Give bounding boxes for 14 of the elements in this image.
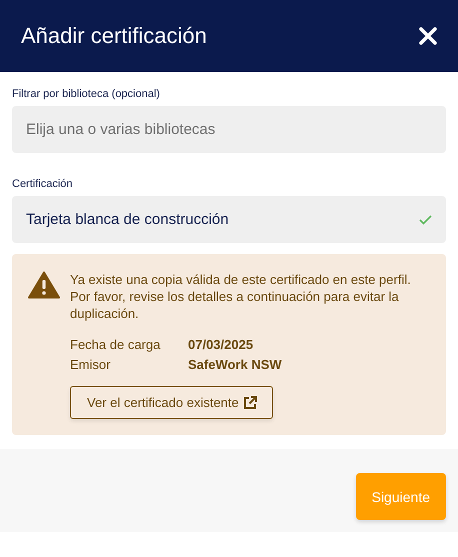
window-title: Añadir certificación <box>21 23 207 49</box>
detail-value: 07/03/2025 <box>188 337 254 352</box>
library-select[interactable]: Elija una o varias bibliotecas <box>12 106 446 153</box>
field-label: Filtrar por biblioteca (opcional) <box>12 88 161 100</box>
close-icon[interactable] <box>419 27 437 45</box>
field-label: Certificación <box>12 178 74 190</box>
external-link-icon <box>242 396 257 410</box>
warning-icon <box>28 271 60 299</box>
detail-label: Fecha de carga <box>70 337 162 352</box>
warning-message: Ya existe una copia válida de este certificado en este perfil. Por favor, revise los detalles a continuación para evitar la duplicación. <box>70 271 412 322</box>
detail-label: Emisor <box>70 357 112 372</box>
certification-select[interactable]: Tarjeta blanca de construcción <box>12 196 446 243</box>
detail-value: SafeWork NSW <box>188 357 283 372</box>
view-certificate-button[interactable]: Ver el certificado existente <box>70 386 273 419</box>
